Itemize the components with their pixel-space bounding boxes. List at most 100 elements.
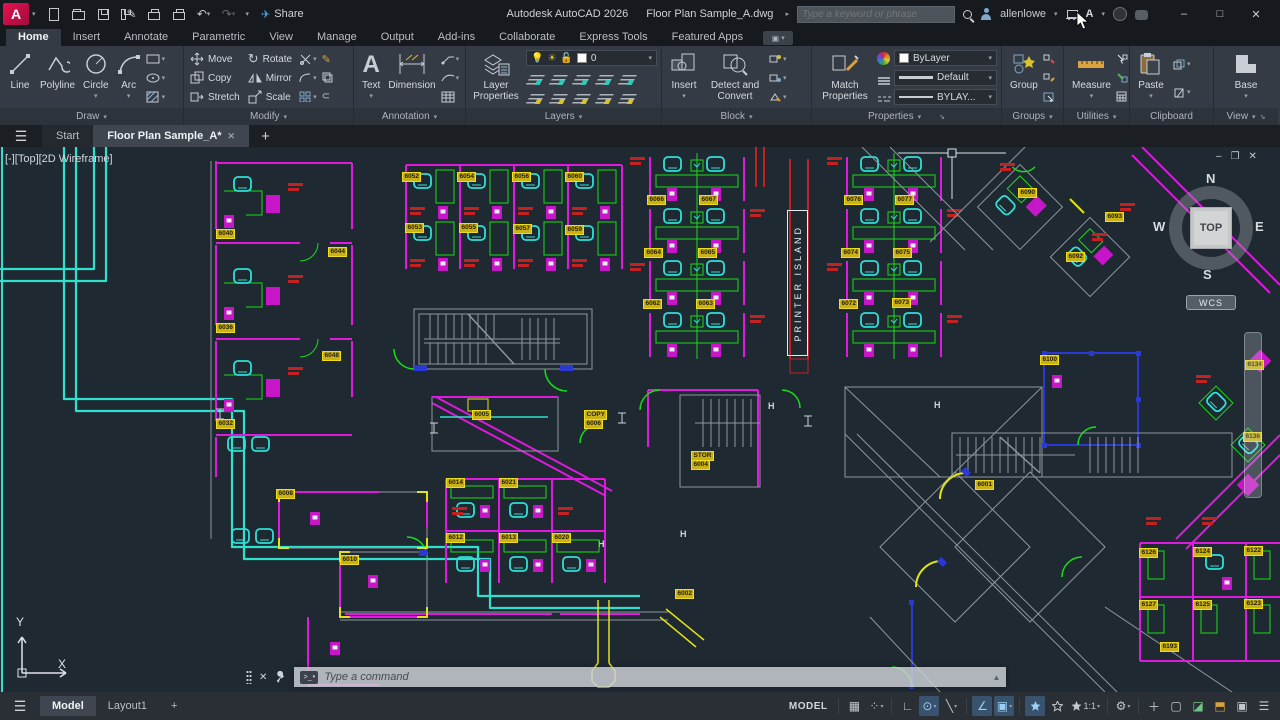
workspace-settings-icon[interactable]: ⚙▾ <box>1113 696 1133 716</box>
autodesk-menu-caret-icon[interactable]: ▾ <box>1101 10 1105 18</box>
fillet-tool-icon[interactable]: ▾ <box>299 70 334 85</box>
print-icon[interactable] <box>171 6 187 22</box>
block-define-icon[interactable]: ▾ <box>769 89 787 104</box>
assistant-icon[interactable] <box>1113 7 1127 21</box>
layer-isolate-icon[interactable] <box>548 75 568 86</box>
view-launcher-icon[interactable]: ⇘ <box>1260 113 1266 121</box>
insert-button[interactable]: Insert▾ <box>666 48 702 108</box>
array-tool-icon[interactable]: ▾⊂ <box>299 89 334 104</box>
color-wheel-icon[interactable] <box>877 52 890 65</box>
linetype-icon[interactable] <box>877 96 891 104</box>
save-as-icon[interactable]: ✎ <box>121 6 137 22</box>
qat-customize-icon[interactable]: ▾ <box>246 10 250 18</box>
layer-match-icon[interactable] <box>617 75 637 86</box>
clean-screen-icon[interactable]: ▣ <box>1232 696 1252 716</box>
match-properties-button[interactable]: Match Properties <box>816 48 874 108</box>
search-collapse-icon[interactable]: ▸ <box>786 10 790 18</box>
mirror-button[interactable]: Mirror <box>248 70 292 86</box>
command-close-icon[interactable]: ✕ <box>259 672 267 683</box>
panel-label-annotation[interactable]: Annotation▾ <box>354 108 465 125</box>
lineweight-icon[interactable] <box>877 77 891 85</box>
command-customize-wrench-icon[interactable] <box>274 671 287 684</box>
layer-unisolate-icon[interactable] <box>548 94 568 105</box>
user-menu-caret-icon[interactable]: ▾ <box>1054 10 1058 18</box>
annotation-autoscale-icon[interactable] <box>1047 696 1067 716</box>
leader-tool-icon[interactable]: ▾ <box>441 52 460 67</box>
polyline-button[interactable]: Polyline <box>36 48 79 108</box>
open-file-icon[interactable] <box>71 6 87 22</box>
measure-button[interactable]: Measure▾ <box>1068 48 1115 108</box>
maximize-button[interactable]: □ <box>1202 8 1238 20</box>
drawing-minimize-icon[interactable]: – <box>1216 151 1222 162</box>
new-drawing-tab-button[interactable]: + <box>249 125 282 147</box>
viewport-controls-label[interactable]: [-][Top][2D Wireframe] <box>5 153 113 165</box>
circle-button[interactable]: Circle ▾ <box>79 48 113 108</box>
ribbon-tab-insert[interactable]: Insert <box>61 29 113 46</box>
command-prompt-icon[interactable]: >_▾ <box>300 671 318 684</box>
model-space-toggle[interactable]: MODEL <box>783 701 834 712</box>
layer-prev-icon[interactable] <box>617 94 637 105</box>
block-attrib-icon[interactable]: ▾ <box>769 70 787 85</box>
lineweight-dropdown[interactable]: Default▾ <box>894 70 997 86</box>
detect-convert-button[interactable]: Detect and Convert <box>704 48 766 108</box>
panel-label-modify[interactable]: Modify▾ <box>184 108 353 125</box>
layer-off-icon[interactable] <box>525 75 545 86</box>
ribbon-tab-view[interactable]: View <box>257 29 305 46</box>
ellipse-tool-icon[interactable]: ▾ <box>146 70 166 85</box>
compass-south[interactable]: S <box>1203 267 1212 282</box>
search-input[interactable] <box>802 9 950 20</box>
save-icon[interactable] <box>96 6 112 22</box>
group-select-icon[interactable] <box>1043 89 1055 104</box>
ribbon-tab-parametric[interactable]: Parametric <box>180 29 257 46</box>
new-layout-button[interactable]: + <box>159 696 189 716</box>
ribbon-tab-featured-apps[interactable]: Featured Apps <box>660 29 756 46</box>
share-button[interactable]: ✈ Share <box>261 8 304 21</box>
base-button[interactable]: Base▾ <box>1228 48 1264 108</box>
layout-menu-icon[interactable]: ☰ <box>0 698 40 715</box>
hatch-tool-icon[interactable]: ▾ <box>146 89 166 104</box>
annotation-visibility-icon[interactable] <box>1025 696 1045 716</box>
minimize-button[interactable]: – <box>1166 8 1202 20</box>
polar-tracking-icon[interactable]: ⊙▾ <box>919 696 939 716</box>
tab-floor-plan-sample[interactable]: Floor Plan Sample_A* ✕ <box>93 125 249 147</box>
ribbon-tab-add-ins[interactable]: Add-ins <box>426 29 487 46</box>
app-menu-caret-icon[interactable]: ▾ <box>32 10 36 18</box>
annotation-scale-icon[interactable]: 1:1▾ <box>1069 696 1102 716</box>
panel-label-clipboard[interactable]: Clipboard <box>1130 108 1213 125</box>
application-menu-button[interactable]: A <box>3 3 29 25</box>
rotate-button[interactable]: ↻Rotate <box>248 51 292 67</box>
object-snap-tracking-icon[interactable]: ∠ <box>972 696 992 716</box>
ribbon-tab-output[interactable]: Output <box>369 29 426 46</box>
panel-label-groups[interactable]: Groups▾ <box>1002 108 1063 125</box>
workspace-switch-button[interactable]: ▣▾ <box>763 31 793 45</box>
panel-label-layers[interactable]: Layers▾ <box>466 108 661 125</box>
isodraft-icon[interactable]: ╲▾ <box>941 696 961 716</box>
command-history-icon[interactable]: ▲ <box>992 673 1000 682</box>
layer-dropdown[interactable]: 💡 ☀ 🔓 0 ▾ <box>526 50 657 66</box>
layer-lock-icon[interactable] <box>594 75 614 86</box>
linetype-dropdown[interactable]: BYLAY...▾ <box>894 89 997 105</box>
ribbon-tab-home[interactable]: Home <box>6 29 61 46</box>
redo-icon[interactable]: ↷▾ <box>221 6 237 22</box>
layer-thaw-all-icon[interactable] <box>571 94 591 105</box>
tab-close-icon[interactable]: ✕ <box>228 131 236 142</box>
panel-label-block[interactable]: Block▾ <box>662 108 811 125</box>
user-avatar-icon[interactable] <box>980 8 992 20</box>
annotation-monitor-icon[interactable]: ＋ <box>1144 696 1164 716</box>
view-cube[interactable]: TOP N S W E <box>1156 173 1266 283</box>
copy-clip-icon[interactable]: ▾ <box>1173 57 1191 72</box>
scale-button[interactable]: Scale <box>248 89 292 105</box>
trim-tool-icon[interactable]: ▾✎ <box>299 52 334 67</box>
grid-toggle-icon[interactable]: ▦ <box>844 696 864 716</box>
file-tab-menu-icon[interactable]: ☰ <box>0 125 42 147</box>
layer-freeze-icon[interactable] <box>571 75 591 86</box>
panel-label-utilities[interactable]: Utilities▾ <box>1064 108 1129 125</box>
feedback-icon[interactable] <box>1135 10 1148 20</box>
text-button[interactable]: A Text▾ <box>358 48 384 108</box>
username[interactable]: allenlowe <box>1000 8 1046 20</box>
stretch-button[interactable]: Stretch <box>190 89 240 105</box>
ungroup-icon[interactable] <box>1043 52 1055 67</box>
layer-properties-button[interactable]: Layer Properties <box>470 48 522 108</box>
panel-label-view[interactable]: View▾ ⇘ <box>1214 108 1278 125</box>
layer-unlock-all-icon[interactable] <box>594 94 614 105</box>
